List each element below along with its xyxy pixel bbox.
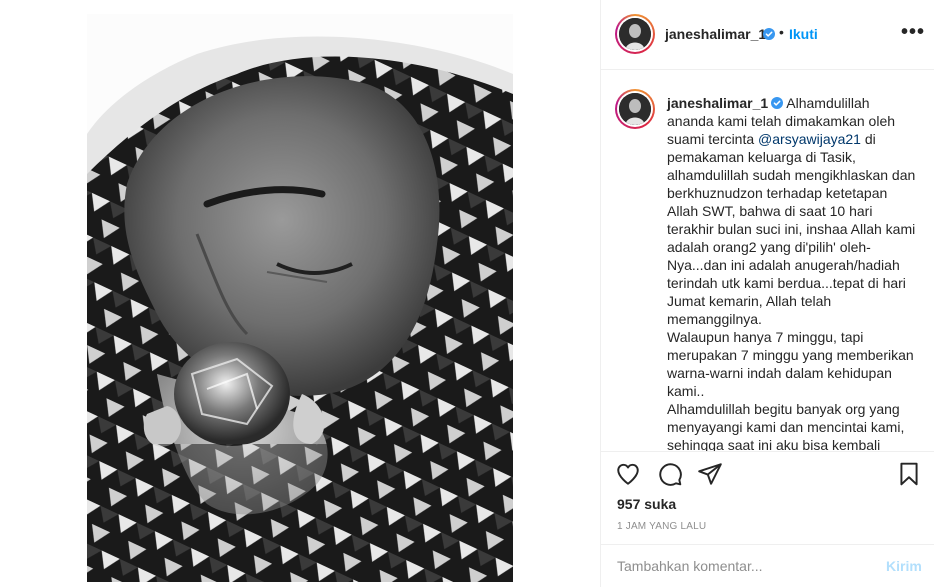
post-header: janeshalimar_1 • Ikuti ••• xyxy=(601,0,934,70)
photo-image xyxy=(87,14,513,582)
paper-plane-icon[interactable] xyxy=(697,461,723,487)
separator-dot: • xyxy=(779,24,784,40)
caption-text: Walaupun hanya 7 minggu, tapi merupakan … xyxy=(667,329,914,399)
follow-button[interactable]: Ikuti xyxy=(789,26,818,42)
comment-form: Kirim xyxy=(601,544,934,587)
post-photo[interactable] xyxy=(87,14,513,582)
avatar-image xyxy=(619,93,651,125)
comment-input[interactable] xyxy=(617,555,877,577)
likes-count[interactable]: 957 suka xyxy=(617,496,676,512)
more-options-icon[interactable]: ••• xyxy=(901,21,925,44)
mention-link[interactable]: @arsyawijaya21 xyxy=(758,131,861,147)
post-comment-button[interactable]: Kirim xyxy=(886,558,922,574)
caption-text: di pemakaman keluarga di Tasik, alhamdul… xyxy=(667,131,916,327)
post-media-area xyxy=(0,0,600,587)
caption-username[interactable]: janeshalimar_1 xyxy=(667,95,768,111)
verified-badge-icon xyxy=(763,28,775,40)
caption-avatar[interactable] xyxy=(615,89,655,129)
avatar[interactable] xyxy=(615,14,655,54)
heart-icon[interactable] xyxy=(615,461,641,487)
post-sidebar: janeshalimar_1 • Ikuti ••• janeshalimar_… xyxy=(600,0,934,587)
post-caption: janeshalimar_1 Alhamdulillah ananda kami… xyxy=(667,94,917,451)
verified-badge-icon xyxy=(771,97,784,109)
caption-text: Alhamdulillah begitu banyak org yang men… xyxy=(667,401,905,451)
post-timestamp[interactable]: 1 JAM YANG LALU xyxy=(617,521,706,532)
comments-section[interactable]: janeshalimar_1 Alhamdulillah ananda kami… xyxy=(601,71,934,451)
comment-icon[interactable] xyxy=(657,461,683,487)
bookmark-icon[interactable] xyxy=(896,461,922,487)
header-username[interactable]: janeshalimar_1 xyxy=(665,26,766,42)
avatar-image xyxy=(619,18,651,50)
